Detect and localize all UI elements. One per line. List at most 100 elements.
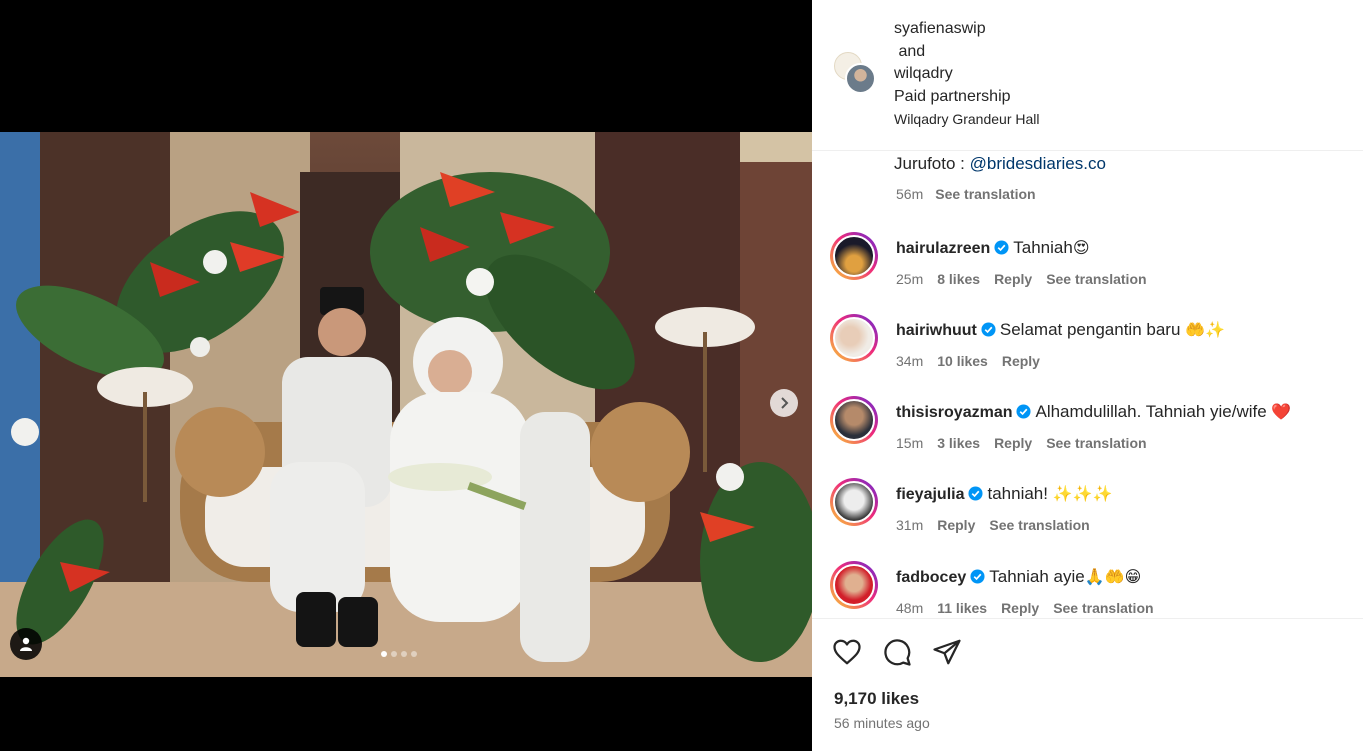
comment-row: thisisroyazman Alhamdulillah. Tahniah yie… — [812, 396, 1363, 456]
comment-time: 48m — [896, 600, 924, 616]
tagged-users-button[interactable] — [10, 628, 42, 660]
comment-meta: 48m 11 likes Reply See translation — [896, 600, 1154, 616]
comment-meta: 31m Reply See translation — [896, 517, 1090, 533]
see-translation-button[interactable]: See translation — [1046, 435, 1146, 451]
comment-username[interactable]: hairiwhuut — [896, 322, 977, 339]
reply-button[interactable]: Reply — [1002, 353, 1040, 369]
comment-emoji: ✨✨✨ — [1052, 484, 1113, 503]
caption-time: 56m — [896, 186, 924, 202]
comment-time: 25m — [896, 271, 924, 287]
comment-body: hairulazreen Tahniah😍 — [896, 238, 1090, 258]
comment-likes[interactable]: 8 likes — [937, 271, 980, 287]
author-conjunction: and — [894, 41, 1040, 64]
comment-username[interactable]: fadbocey — [896, 569, 966, 586]
action-bar — [832, 637, 962, 667]
comment-body: fieyajulia tahniah! ✨✨✨ — [896, 484, 1112, 504]
comment-icon[interactable] — [882, 637, 912, 667]
posted-time: 56 minutes ago — [834, 715, 930, 731]
comment-emoji: ❤️ — [1271, 402, 1292, 421]
comment-row: hairiwhuut Selamat pengantin baru 🤲✨ 34m 10… — [812, 314, 1363, 374]
user-icon — [20, 637, 32, 651]
comment-text: Alhamdulillah. Tahniah yie/wife — [1035, 402, 1272, 421]
verified-badge-icon — [970, 569, 985, 584]
wedding-photo-illustration — [0, 132, 812, 677]
caption-meta: 56m See translation — [896, 186, 1036, 202]
reply-button[interactable]: Reply — [994, 435, 1032, 451]
reply-button[interactable]: Reply — [937, 517, 975, 533]
comment-time: 15m — [896, 435, 924, 451]
see-translation-button[interactable]: See translation — [989, 517, 1089, 533]
comment-username[interactable]: hairulazreen — [896, 240, 990, 257]
comment-body: hairiwhuut Selamat pengantin baru 🤲✨ — [896, 320, 1225, 340]
carousel-indicator — [381, 651, 417, 657]
author-username-2[interactable]: wilqadry — [894, 63, 1040, 86]
comment-username[interactable]: fieyajulia — [896, 486, 964, 503]
comment-username[interactable]: thisisroyazman — [896, 404, 1012, 421]
see-translation-button[interactable]: See translation — [1053, 600, 1153, 616]
comment-meta: 15m 3 likes Reply See translation — [896, 435, 1147, 451]
carousel-dot — [411, 651, 417, 657]
comment-likes[interactable]: 10 likes — [937, 353, 988, 369]
carousel-dot — [401, 651, 407, 657]
comment-text: Selamat pengantin baru — [999, 320, 1186, 339]
comment-text: Tahniah — [1013, 238, 1073, 257]
comment-emoji: 😍 — [1072, 238, 1090, 257]
comment-text: tahniah! — [987, 484, 1053, 503]
comment-meta: 34m 10 likes Reply — [896, 353, 1040, 369]
comment-avatar[interactable] — [830, 396, 878, 444]
caption-mention[interactable]: @bridesdiaries.co — [970, 154, 1106, 173]
comment-time: 34m — [896, 353, 924, 369]
comment-body: thisisroyazman Alhamdulillah. Tahniah yie… — [896, 402, 1291, 422]
post-details-pane: syafienaswip and wilqadry Paid partnersh… — [812, 0, 1363, 751]
verified-badge-icon — [1016, 404, 1032, 419]
comment-avatar[interactable] — [830, 561, 878, 609]
chevron-right-icon — [781, 397, 789, 409]
collab-avatar[interactable] — [834, 52, 876, 94]
comment-emoji: 🙏🤲😁 — [1084, 567, 1142, 586]
caption-prefix: Jurufoto : — [894, 154, 970, 173]
paid-partnership-label[interactable]: Paid partnership — [894, 86, 1040, 109]
comment-meta: 25m 8 likes Reply See translation — [896, 271, 1147, 287]
caption-text: Jurufoto : @bridesdiaries.co — [894, 154, 1106, 174]
reply-button[interactable]: Reply — [1001, 600, 1039, 616]
carousel-dot — [391, 651, 397, 657]
post-photo[interactable] — [0, 132, 812, 677]
comment-avatar[interactable] — [830, 232, 878, 280]
avatar-image — [833, 317, 875, 359]
actions-section: 9,170 likes 56 minutes ago — [812, 618, 1363, 751]
verified-badge-icon — [968, 486, 984, 501]
comment-text: Tahniah ayie — [989, 567, 1085, 586]
media-pane — [0, 0, 812, 751]
reply-button[interactable]: Reply — [994, 271, 1032, 287]
send-icon[interactable] — [932, 637, 962, 667]
next-slide-button[interactable] — [770, 389, 798, 417]
comment-likes[interactable]: 3 likes — [937, 435, 980, 451]
comment-avatar[interactable] — [830, 478, 878, 526]
verified-badge-icon — [994, 240, 1009, 255]
comment-body: fadbocey Tahniah ayie🙏🤲😁 — [896, 567, 1141, 587]
carousel-dot — [381, 651, 387, 657]
comment-time: 31m — [896, 517, 924, 533]
comment-avatar[interactable] — [830, 314, 878, 362]
comment-emoji: 🤲✨ — [1185, 320, 1225, 339]
header-text: syafienaswip and wilqadry Paid partnersh… — [894, 18, 1040, 129]
comment-row: hairulazreen Tahniah😍 25m 8 likes Reply See t… — [812, 232, 1363, 292]
comment-row: fadbocey Tahniah ayie🙏🤲😁 48m 11 likes Reply S… — [812, 561, 1363, 617]
avatar-image — [833, 564, 875, 606]
conjunction-text: and — [898, 42, 926, 60]
likes-count[interactable]: 9,170 likes — [834, 689, 919, 709]
avatar-image — [833, 481, 875, 523]
avatar-wilqadry — [845, 63, 876, 94]
heart-icon[interactable] — [832, 637, 862, 667]
comment-likes[interactable]: 11 likes — [937, 600, 987, 616]
caption-see-translation[interactable]: See translation — [935, 186, 1035, 202]
author-username-1[interactable]: syafienaswip — [894, 18, 1040, 41]
see-translation-button[interactable]: See translation — [1046, 271, 1146, 287]
avatar-image — [833, 399, 875, 441]
avatar-image — [833, 235, 875, 277]
comments-section[interactable]: Jurufoto : @bridesdiaries.co 56m See tra… — [812, 152, 1363, 617]
comment-row: fieyajulia tahniah! ✨✨✨ 31m Reply See transl… — [812, 478, 1363, 538]
post-location[interactable]: Wilqadry Grandeur Hall — [894, 109, 1040, 129]
verified-badge-icon — [981, 322, 996, 337]
post-header: syafienaswip and wilqadry Paid partnersh… — [812, 0, 1363, 151]
